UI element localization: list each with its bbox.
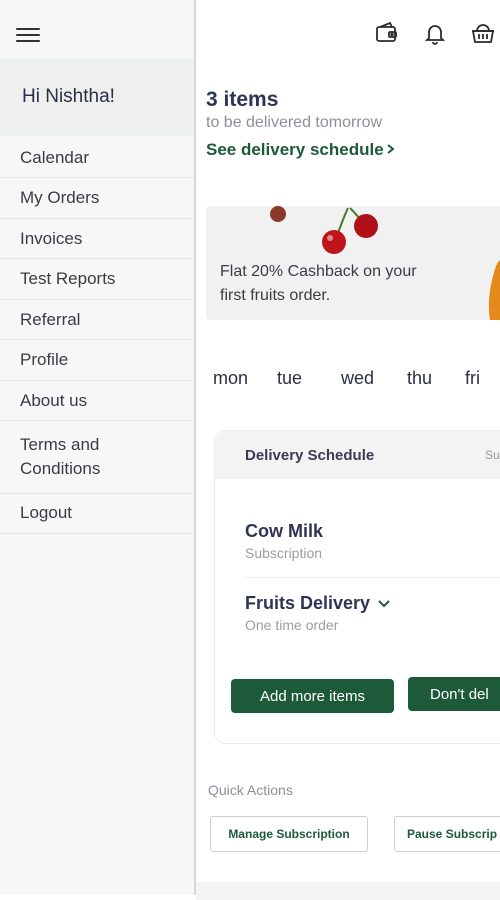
delivery-summary: 3 items to be delivered tomorrow See del…: [206, 88, 396, 160]
delivery-subtitle: to be delivered tomorrow: [206, 114, 383, 131]
list-item[interactable]: Cow Milk Subscription: [245, 521, 323, 561]
basket-icon[interactable]: [470, 20, 496, 46]
day-selector: mon tue wed thu fri: [213, 368, 500, 389]
top-bar-icons: [374, 20, 496, 46]
add-more-items-button[interactable]: Add more items: [231, 679, 394, 713]
cashback-banner[interactable]: Flat 20% Cashback on your first fruits o…: [206, 206, 500, 320]
day-thu[interactable]: thu: [407, 368, 465, 389]
pause-subscription-button[interactable]: Pause Subscrip: [394, 816, 500, 852]
bell-icon[interactable]: [422, 20, 448, 46]
quick-actions-label: Quick Actions: [208, 782, 293, 798]
items-count: 3 items: [206, 88, 279, 111]
item-name: Fruits Delivery: [245, 593, 371, 613]
main-content: 3 items to be delivered tomorrow See del…: [196, 0, 500, 900]
drawer-menu: Calendar My Orders Invoices Test Reports…: [0, 138, 194, 534]
user-greeting: Hi Nishtha!: [0, 58, 194, 136]
chevron-right-icon: [386, 143, 396, 157]
menu-item-invoices[interactable]: Invoices: [0, 219, 194, 259]
item-type: Subscription: [245, 545, 323, 561]
list-item[interactable]: Fruits Delivery One time order: [245, 593, 390, 633]
day-tue[interactable]: tue: [277, 368, 341, 389]
chevron-down-icon[interactable]: [378, 599, 390, 609]
schedule-header-right: Su: [485, 448, 500, 462]
schedule-title: Delivery Schedule: [245, 446, 375, 464]
side-drawer: Hi Nishtha! Calendar My Orders Invoices …: [0, 0, 196, 895]
menu-item-terms-and-conditions[interactable]: Terms and Conditions: [0, 421, 194, 493]
delivery-schedule-card: Delivery Schedule Su Cow Milk Subscripti…: [214, 430, 500, 744]
dont-deliver-button[interactable]: Don't del: [408, 677, 500, 711]
item-name: Cow Milk: [245, 521, 324, 541]
schedule-header: Delivery Schedule Su: [215, 431, 500, 479]
menu-item-about-us[interactable]: About us: [0, 381, 194, 421]
manage-subscription-button[interactable]: Manage Subscription: [210, 816, 368, 852]
wallet-icon[interactable]: [374, 20, 400, 46]
menu-item-referral[interactable]: Referral: [0, 300, 194, 340]
banner-text: Flat 20% Cashback on your first fruits o…: [220, 263, 417, 304]
menu-item-calendar[interactable]: Calendar: [0, 138, 194, 178]
menu-item-logout[interactable]: Logout: [0, 493, 194, 534]
item-name-row: Fruits Delivery: [245, 593, 390, 614]
hamburger-menu-icon[interactable]: [16, 24, 40, 48]
divider: [245, 577, 500, 578]
menu-item-profile[interactable]: Profile: [0, 340, 194, 381]
see-delivery-schedule-link[interactable]: See delivery schedule: [206, 140, 396, 160]
day-wed[interactable]: wed: [341, 368, 407, 389]
day-fri[interactable]: fri: [465, 368, 500, 389]
bottom-bar: [196, 882, 500, 900]
item-type: One time order: [245, 617, 339, 633]
day-mon[interactable]: mon: [213, 368, 277, 389]
menu-item-my-orders[interactable]: My Orders: [0, 178, 194, 219]
menu-item-test-reports[interactable]: Test Reports: [0, 259, 194, 300]
see-delivery-schedule-label: See delivery schedule: [206, 140, 384, 159]
